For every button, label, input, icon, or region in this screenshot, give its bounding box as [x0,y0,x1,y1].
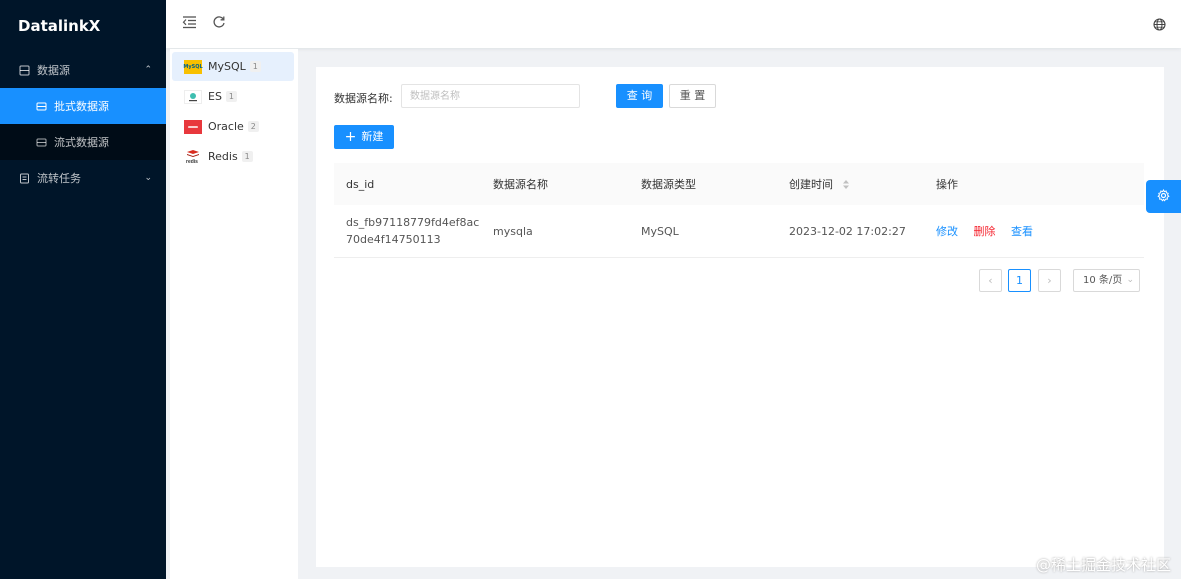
type-item-label: MySQL [208,60,246,73]
oracle-logo-icon [184,119,202,134]
app-logo: DatalinkX [18,17,101,35]
table-row: ds_fb97118779fd4ef8ac 70de4f14750113 mys… [334,205,1144,258]
reset-button[interactable]: 重 置 [669,84,716,108]
sidebar-item-label: 流式数据源 [54,136,109,149]
menu-group-label: 流转任务 [37,172,81,185]
type-item-redis[interactable]: redis Redis 1 [172,142,294,171]
column-header-created-label: 创建时间 [789,178,833,191]
column-header-ds-id: ds_id [346,177,375,191]
settings-button[interactable] [1146,180,1181,213]
menu-group-datasource[interactable]: 数据源 ⌃ [0,52,166,88]
column-header-type: 数据源类型 [641,178,696,191]
cell-ds-id: ds_fb97118779fd4ef8ac 70de4f14750113 [346,214,479,248]
prev-page-button[interactable]: ‹ [979,269,1002,292]
type-item-label: Redis [208,150,238,163]
edit-link[interactable]: 修改 [936,225,958,238]
ds-id-line: ds_fb97118779fd4ef8ac [346,216,480,229]
count-badge: 1 [249,61,261,72]
query-button[interactable]: 查 询 [616,84,663,108]
cell-name: mysqla [493,224,533,238]
column-header-name: 数据源名称 [493,178,548,191]
top-header [166,0,1181,48]
sidebar-item-batch-datasource[interactable]: 批式数据源 [0,88,166,124]
datasource-type-list: MySQL MySQL 1 ES 1 Oracle 2 redis Redis … [170,49,298,579]
page-size-select[interactable]: 10 条/页 ⌄ [1073,269,1140,292]
sidebar-item-stream-datasource[interactable]: 流式数据源 [0,124,166,160]
count-badge: 1 [241,151,253,162]
chevron-down-icon: ⌄ [144,173,152,183]
gear-icon [1157,188,1170,205]
delete-link[interactable]: 删除 [974,225,996,238]
type-item-label: ES [208,90,222,103]
chevron-down-icon: ⌄ [1126,275,1134,285]
page-1-button[interactable]: 1 [1008,269,1031,292]
redis-logo-icon: redis [184,150,202,164]
column-header-actions: 操作 [936,178,958,191]
cell-actions: 修改 删除 查看 [936,223,1045,239]
task-icon [18,172,30,184]
table-header: ds_id 数据源名称 数据源类型 创建时间 操作 [334,163,1144,205]
sidebar-item-label: 批式数据源 [54,100,109,113]
type-item-mysql[interactable]: MySQL MySQL 1 [172,52,294,81]
mysql-logo-icon: MySQL [183,59,203,74]
type-item-es[interactable]: ES 1 [172,82,294,111]
plus-icon: + [344,129,357,145]
database-icon [35,100,47,112]
collapse-menu-icon[interactable] [182,15,197,33]
watermark: @稀土掘金技术社区 [1035,556,1171,574]
svg-text:redis: redis [186,159,198,164]
view-link[interactable]: 查看 [1011,225,1033,238]
datasource-table: ds_id 数据源名称 数据源类型 创建时间 操作 ds_fb97118779f… [334,163,1144,258]
sort-icon[interactable] [842,179,849,192]
page-size-value: 10 条/页 [1083,275,1123,286]
column-header-created[interactable]: 创建时间 [789,176,849,192]
cell-type: MySQL [641,224,679,238]
add-datasource-button[interactable]: + 新建 [334,125,394,149]
next-page-button[interactable]: › [1038,269,1061,292]
search-input[interactable] [401,84,580,108]
globe-icon[interactable] [1153,17,1166,35]
elasticsearch-logo-icon [184,89,202,104]
count-badge: 2 [247,121,259,132]
cell-created: 2023-12-02 17:02:27 [789,224,906,238]
add-button-label: 新建 [361,130,384,143]
main-content: 数据源名称: 查 询 重 置 + 新建 ds_id 数据源名称 数据源类型 创建… [316,67,1164,567]
count-badge: 1 [225,91,237,102]
sidebar: DatalinkX 数据源 ⌃ 批式数据源 流式数据源 流转任务 ⌄ [0,0,166,579]
type-item-oracle[interactable]: Oracle 2 [172,112,294,141]
refresh-icon[interactable] [212,15,226,33]
menu-group-flow-task[interactable]: 流转任务 ⌄ [0,160,166,196]
chevron-up-icon: ⌃ [144,65,152,75]
database-icon [18,64,30,76]
menu-group-label: 数据源 [37,64,70,77]
database-icon [35,136,47,148]
ds-id-line: 70de4f14750113 [346,233,441,246]
type-item-label: Oracle [208,120,244,133]
search-label: 数据源名称: [334,92,393,105]
